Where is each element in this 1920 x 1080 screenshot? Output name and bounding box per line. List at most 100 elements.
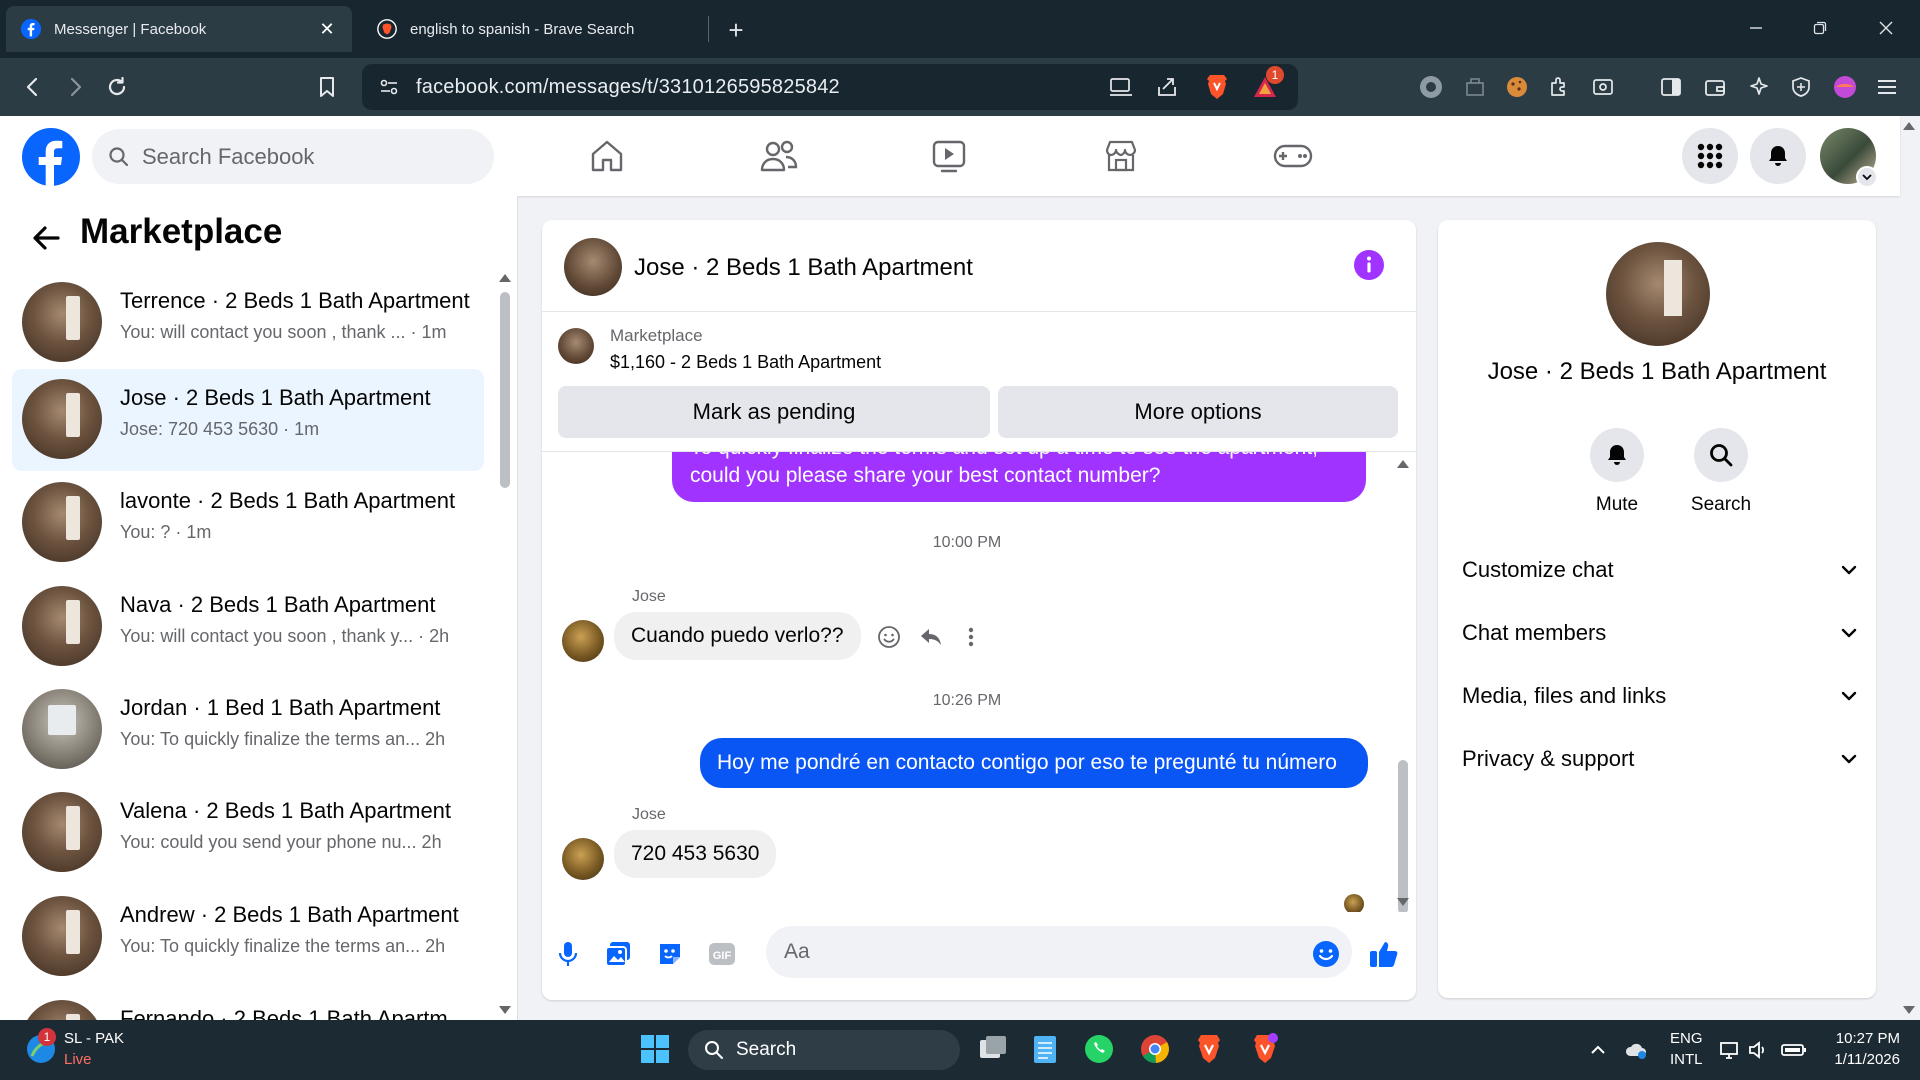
react-smiley-icon[interactable] xyxy=(876,624,902,650)
cookie-extension-icon[interactable] xyxy=(1498,68,1536,106)
whatsapp-icon[interactable] xyxy=(1082,1032,1116,1066)
vpn-icon[interactable] xyxy=(1412,68,1450,106)
notepad-icon[interactable] xyxy=(1028,1032,1062,1066)
tab-messenger[interactable]: Messenger | Facebook ✕ xyxy=(6,6,352,52)
microphone-icon[interactable] xyxy=(550,936,586,972)
chat-listing-thumbnail[interactable] xyxy=(564,238,622,296)
tab-brave-search[interactable]: english to spanish - Brave Search xyxy=(362,6,702,52)
wallet-icon[interactable] xyxy=(1696,68,1734,106)
network-icon[interactable] xyxy=(1718,1038,1742,1062)
conversation-item-selected[interactable]: Jose · 2 Beds 1 Bath Apartment Jose: 720… xyxy=(12,369,484,471)
gif-icon[interactable]: GIF xyxy=(704,936,740,972)
outgoing-message[interactable]: To quickly finalize the terms and set up… xyxy=(672,452,1366,502)
tray-chevron-up-icon[interactable] xyxy=(1586,1038,1610,1062)
windows-start-icon[interactable] xyxy=(640,1034,670,1064)
sender-avatar[interactable] xyxy=(562,838,604,880)
bookmark-icon[interactable] xyxy=(308,68,346,106)
conversation-item[interactable]: Terrence · 2 Beds 1 Bath Apartment You: … xyxy=(12,272,484,374)
message-thread-scrollbar[interactable] xyxy=(1398,760,1408,912)
scroll-down-arrow-icon[interactable] xyxy=(1397,898,1409,906)
task-view-icon[interactable] xyxy=(976,1032,1010,1066)
extensions-puzzle-icon[interactable] xyxy=(1540,68,1578,106)
sender-avatar[interactable] xyxy=(562,620,604,662)
conversation-item[interactable]: Valena · 2 Beds 1 Bath Apartment You: co… xyxy=(12,782,484,884)
mark-as-pending-button[interactable]: Mark as pending xyxy=(558,386,990,438)
cast-icon[interactable] xyxy=(1102,68,1140,106)
conversation-list-scrollbar[interactable] xyxy=(500,292,510,488)
input-language[interactable]: ENG xyxy=(1670,1030,1703,1047)
message-input[interactable] xyxy=(766,926,1352,978)
chat-members-section[interactable]: Chat members xyxy=(1462,607,1858,659)
conversation-item[interactable]: lavonte · 2 Beds 1 Bath Apartment You: ?… xyxy=(12,472,484,574)
volume-icon[interactable] xyxy=(1746,1038,1770,1062)
brave-shields-icon[interactable] xyxy=(1198,68,1236,106)
brave-browser-icon[interactable] xyxy=(1192,1032,1226,1066)
clock-date[interactable]: 1/11/2026 xyxy=(1820,1051,1900,1068)
chat-title[interactable]: Jose · 2 Beds 1 Bath Apartment xyxy=(634,254,973,282)
close-window-icon[interactable] xyxy=(1866,10,1906,46)
info-icon[interactable] xyxy=(1352,248,1386,282)
sticker-icon[interactable] xyxy=(652,936,688,972)
back-icon[interactable] xyxy=(14,68,52,106)
forward-icon[interactable] xyxy=(56,68,94,106)
facebook-logo-icon[interactable] xyxy=(22,128,80,186)
battery-icon[interactable] xyxy=(1780,1038,1808,1062)
page-scroll-down-arrow-icon[interactable] xyxy=(1903,1006,1915,1014)
customize-chat-section[interactable]: Customize chat xyxy=(1462,544,1858,596)
reply-icon[interactable] xyxy=(918,624,944,650)
incoming-message[interactable]: 720 453 5630 xyxy=(614,830,777,878)
listing-thumbnail[interactable] xyxy=(558,328,594,364)
share-icon[interactable] xyxy=(1148,68,1186,106)
more-actions-icon[interactable] xyxy=(958,624,984,650)
chrome-icon[interactable] xyxy=(1138,1032,1172,1066)
vpn-shield-icon[interactable] xyxy=(1782,68,1820,106)
nav-video-icon[interactable] xyxy=(894,126,1004,186)
conversation-item[interactable]: Fernando · 2 Beds 1 Bath Apartment xyxy=(12,990,484,1020)
address-bar[interactable]: facebook.com/messages/t/3310126595825842… xyxy=(362,64,1298,110)
menu-grid-icon[interactable] xyxy=(1682,128,1738,184)
minimize-icon[interactable] xyxy=(1736,10,1776,46)
brave-active-window-icon[interactable] xyxy=(1248,1032,1282,1066)
facebook-search-input[interactable] xyxy=(140,142,460,171)
conversation-item[interactable]: Andrew · 2 Beds 1 Bath Apartment You: To… xyxy=(12,886,484,988)
outgoing-message[interactable]: Hoy me pondré en contacto contigo por es… xyxy=(700,738,1368,788)
facebook-search-box[interactable] xyxy=(92,129,494,184)
close-tab-icon[interactable]: ✕ xyxy=(316,18,338,40)
leo-ai-icon[interactable] xyxy=(1740,68,1778,106)
reload-icon[interactable] xyxy=(98,68,136,106)
page-scroll-up-arrow-icon[interactable] xyxy=(1903,122,1915,130)
nav-home-icon[interactable] xyxy=(552,126,662,186)
clock-time[interactable]: 10:27 PM xyxy=(1820,1030,1900,1047)
input-layout[interactable]: INTL xyxy=(1670,1051,1703,1068)
extension-box-icon[interactable] xyxy=(1456,68,1494,106)
privacy-support-section[interactable]: Privacy & support xyxy=(1462,733,1858,785)
menu-hamburger-icon[interactable] xyxy=(1868,68,1906,106)
notifications-bell-icon[interactable] xyxy=(1750,128,1806,184)
screenshot-extension-icon[interactable] xyxy=(1584,68,1622,106)
scroll-down-arrow-icon[interactable] xyxy=(499,1006,511,1014)
media-files-links-section[interactable]: Media, files and links xyxy=(1462,670,1858,722)
conversation-item[interactable]: Nava · 2 Beds 1 Bath Apartment You: will… xyxy=(12,576,484,678)
search-in-chat-button[interactable]: Search xyxy=(1676,428,1766,516)
back-arrow-icon[interactable] xyxy=(28,220,64,256)
onedrive-icon[interactable] xyxy=(1624,1038,1648,1062)
photo-icon[interactable] xyxy=(600,936,636,972)
more-options-button[interactable]: More options xyxy=(998,386,1398,438)
scroll-up-arrow-icon[interactable] xyxy=(499,274,511,282)
mute-button[interactable]: Mute xyxy=(1572,428,1662,516)
sidebar-toggle-icon[interactable] xyxy=(1652,68,1690,106)
nav-gaming-icon[interactable] xyxy=(1238,126,1348,186)
chat-profile-thumbnail[interactable] xyxy=(1606,242,1710,346)
incoming-message[interactable]: Cuando puedo verlo?? xyxy=(614,612,861,660)
listing-price-title[interactable]: $1,160 - 2 Beds 1 Bath Apartment xyxy=(610,352,881,373)
restore-icon[interactable] xyxy=(1800,10,1840,46)
taskbar-search-box[interactable]: Search xyxy=(688,1030,960,1070)
emoji-icon[interactable] xyxy=(1308,936,1344,972)
thumbs-up-icon[interactable] xyxy=(1366,936,1402,972)
site-settings-icon[interactable] xyxy=(370,68,408,106)
new-tab-icon[interactable]: + xyxy=(716,10,756,50)
nav-friends-icon[interactable] xyxy=(724,126,834,186)
nav-marketplace-icon[interactable] xyxy=(1066,126,1176,186)
scroll-up-arrow-icon[interactable] xyxy=(1397,460,1409,468)
conversation-item[interactable]: Jordan · 1 Bed 1 Bath Apartment You: To … xyxy=(12,679,484,781)
